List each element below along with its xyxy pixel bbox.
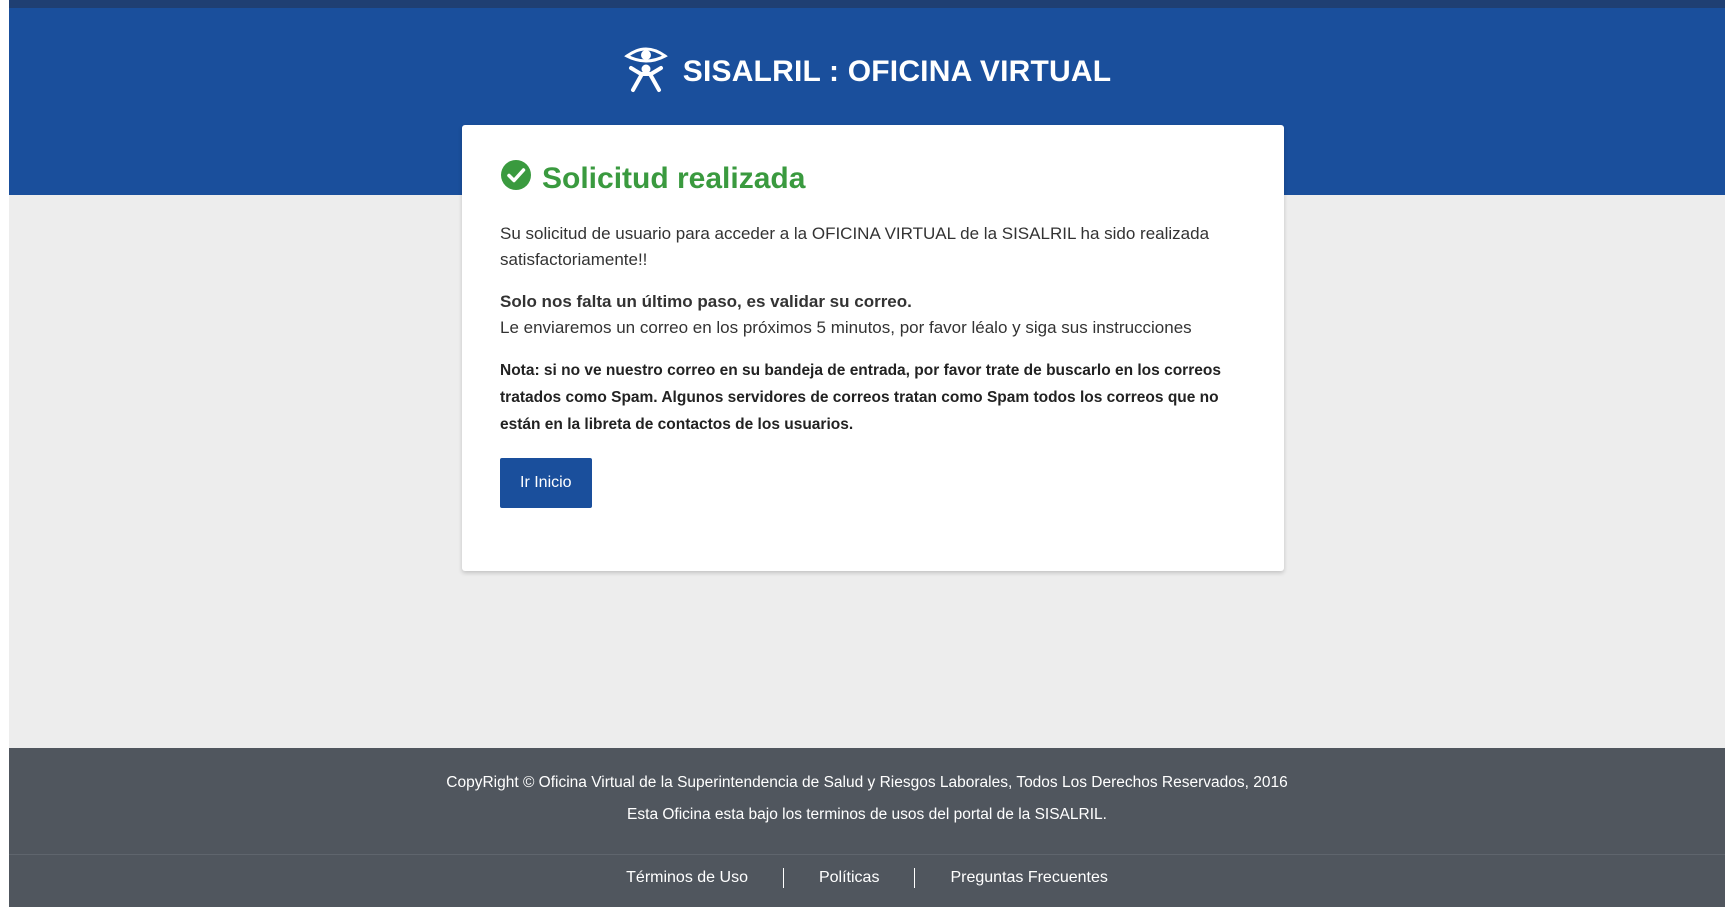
card-title: Solicitud realizada <box>500 159 1246 199</box>
go-home-button[interactable]: Ir Inicio <box>500 458 592 508</box>
footer: CopyRight © Oficina Virtual de la Superi… <box>9 748 1725 907</box>
spam-note: Nota: si no ve nuestro correo en su band… <box>500 362 1221 433</box>
app-title: SISALRIL : OFICINA VIRTUAL <box>682 54 1112 88</box>
next-step: Solo nos falta un último paso, es valida… <box>500 289 1246 341</box>
footer-divider <box>9 854 1725 855</box>
top-strip <box>9 0 1725 8</box>
terms-note: Esta Oficina esta bajo los terminos de u… <box>627 806 1107 823</box>
check-circle-icon <box>500 159 532 199</box>
policies-link[interactable]: Políticas <box>784 869 914 887</box>
brand: SISALRIL : OFICINA VIRTUAL <box>9 44 1725 99</box>
card-title-text: Solicitud realizada <box>542 162 806 195</box>
page: SISALRIL : OFICINA VIRTUAL Solicitud rea… <box>9 0 1725 907</box>
success-card: Solicitud realizada Su solicitud de usua… <box>462 125 1284 571</box>
next-step-text: Le enviaremos un correo en los próximos … <box>500 318 1192 337</box>
faq-link[interactable]: Preguntas Frecuentes <box>915 869 1142 887</box>
eye-person-icon <box>623 44 669 99</box>
success-message: Su solicitud de usuario para acceder a l… <box>500 224 1210 269</box>
next-step-bold: Solo nos falta un último paso, es valida… <box>500 292 912 311</box>
footer-links: Términos de Uso Políticas Preguntas Frec… <box>9 868 1725 888</box>
terms-of-use-link[interactable]: Términos de Uso <box>591 869 783 887</box>
copyright-text: CopyRight © Oficina Virtual de la Superi… <box>446 774 1288 791</box>
